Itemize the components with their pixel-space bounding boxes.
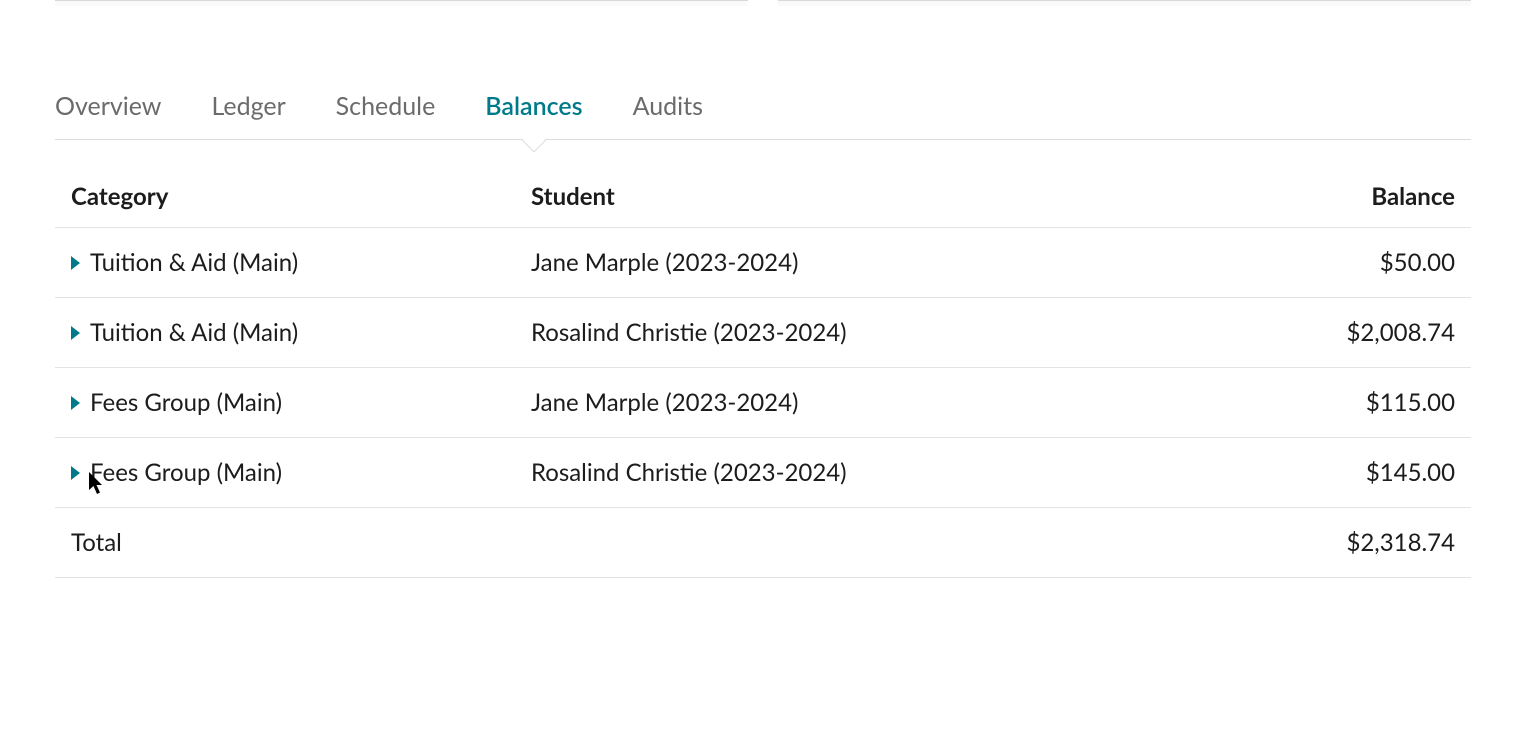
- tab-audits[interactable]: Audits: [633, 91, 703, 139]
- cell-student: Rosalind Christie (2023-2024): [531, 458, 1235, 487]
- expand-icon[interactable]: [71, 466, 80, 480]
- table-row: Tuition & Aid (Main) Jane Marple (2023-2…: [55, 228, 1471, 298]
- expand-icon[interactable]: [71, 396, 80, 410]
- cell-student: Jane Marple (2023-2024): [531, 248, 1235, 277]
- cell-category: Tuition & Aid (Main): [90, 318, 298, 347]
- total-label: Total: [71, 528, 531, 557]
- header-student: Student: [531, 182, 1235, 211]
- tab-ledger[interactable]: Ledger: [211, 91, 285, 139]
- cell-student: Rosalind Christie (2023-2024): [531, 318, 1235, 347]
- table-row: Tuition & Aid (Main) Rosalind Christie (…: [55, 298, 1471, 368]
- cell-balance: $145.00: [1235, 458, 1455, 487]
- cell-student: Jane Marple (2023-2024): [531, 388, 1235, 417]
- tab-balances[interactable]: Balances: [485, 91, 582, 139]
- table-row: Fees Group (Main) Rosalind Christie (202…: [55, 438, 1471, 508]
- header-category: Category: [71, 182, 531, 211]
- expand-icon[interactable]: [71, 256, 80, 270]
- cell-category: Fees Group (Main): [90, 388, 282, 417]
- table-row: Fees Group (Main) Jane Marple (2023-2024…: [55, 368, 1471, 438]
- expand-icon[interactable]: [71, 326, 80, 340]
- cell-category: Fees Group (Main): [90, 458, 282, 487]
- top-segment-left: [55, 0, 748, 6]
- cell-category: Tuition & Aid (Main): [90, 248, 298, 277]
- tab-schedule[interactable]: Schedule: [336, 91, 436, 139]
- header-balance: Balance: [1235, 182, 1455, 211]
- cell-balance: $2,008.74: [1235, 318, 1455, 347]
- tab-overview[interactable]: Overview: [55, 91, 161, 139]
- top-divider-segments: [0, 0, 1526, 6]
- table-header-row: Category Student Balance: [55, 170, 1471, 228]
- total-value: $2,318.74: [1235, 528, 1455, 557]
- cell-balance: $50.00: [1235, 248, 1455, 277]
- table-total-row: Total $2,318.74: [55, 508, 1471, 578]
- top-segment-right: [778, 0, 1471, 6]
- cell-balance: $115.00: [1235, 388, 1455, 417]
- tabs-bar: Overview Ledger Schedule Balances Audits: [55, 91, 1471, 140]
- balances-table: Category Student Balance Tuition & Aid (…: [55, 170, 1471, 578]
